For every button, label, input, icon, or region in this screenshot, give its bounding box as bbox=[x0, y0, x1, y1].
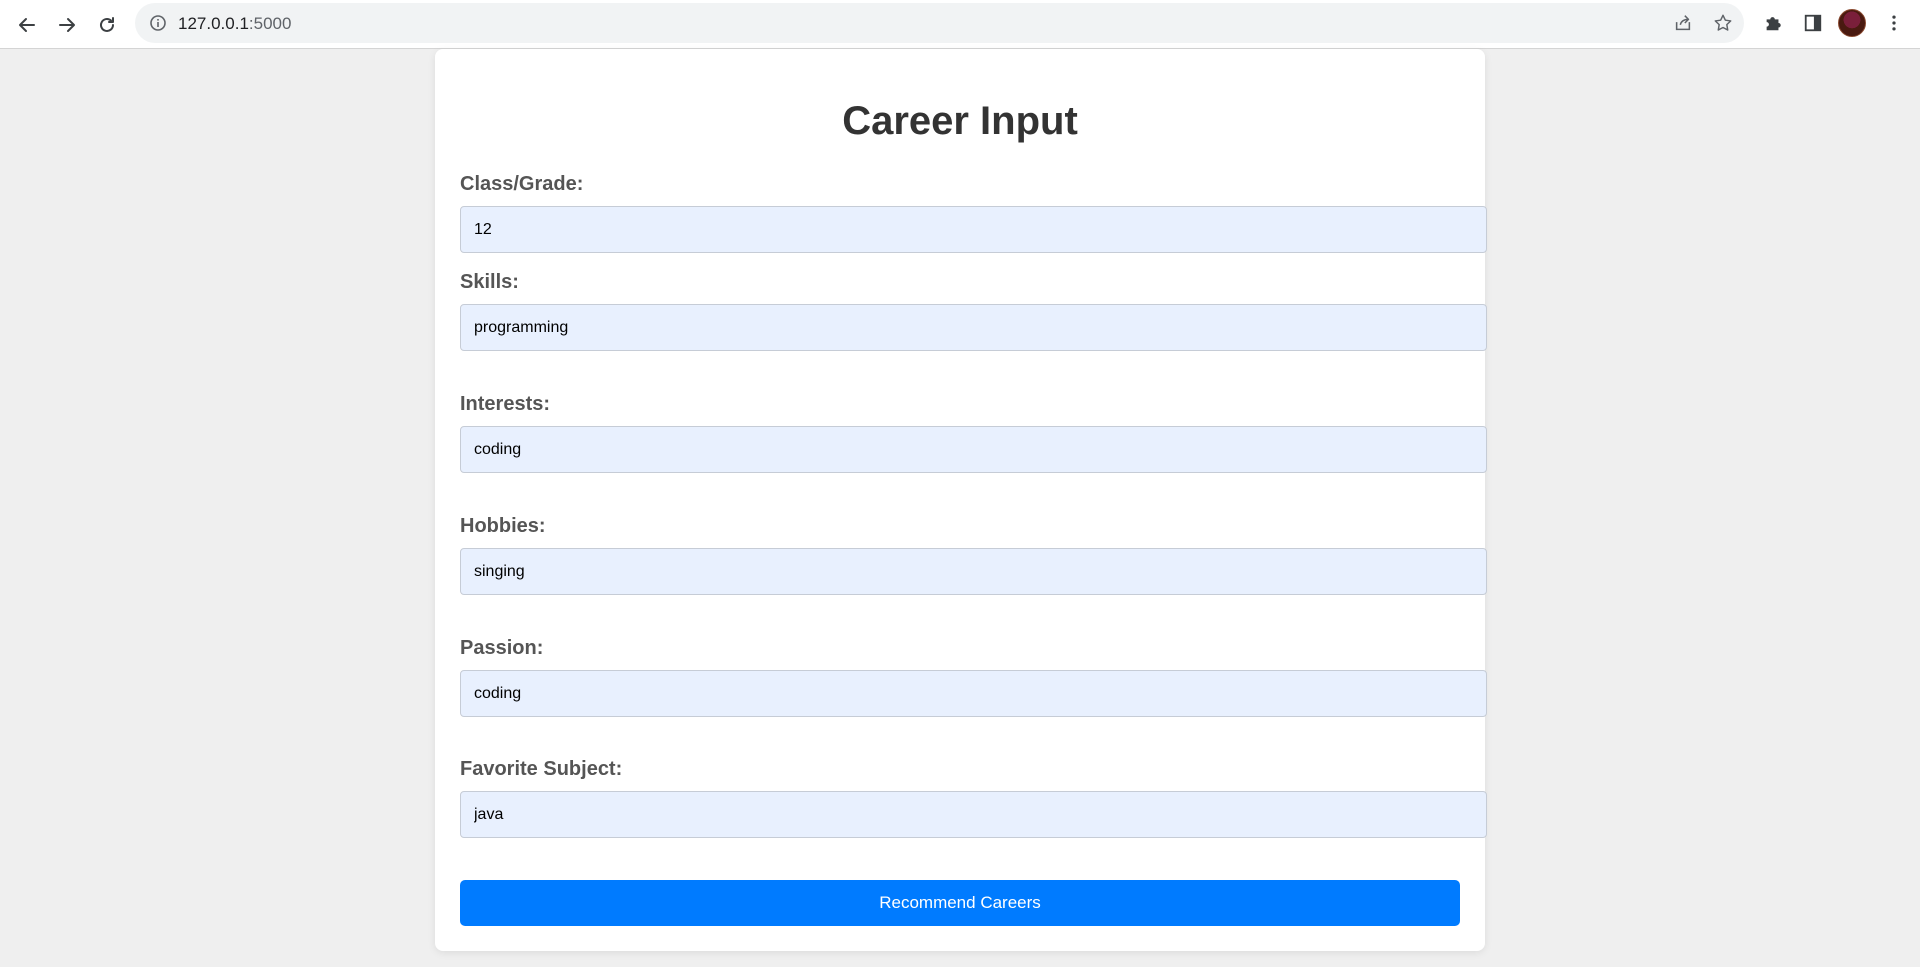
url-port: :5000 bbox=[248, 14, 292, 33]
url-host: 127.0.0.1 bbox=[178, 14, 249, 33]
forward-arrow-icon[interactable] bbox=[50, 8, 84, 42]
page-title: Career Input bbox=[842, 99, 1078, 143]
reload-icon[interactable] bbox=[90, 8, 124, 42]
skills-input[interactable] bbox=[460, 304, 1487, 351]
skills-label: Skills: bbox=[460, 271, 519, 293]
interests-label: Interests: bbox=[460, 393, 551, 415]
url-text: 127.0.0.1:5000 bbox=[178, 14, 291, 34]
star-icon[interactable] bbox=[1712, 12, 1734, 34]
puzzle-icon[interactable] bbox=[1760, 10, 1786, 36]
profile-avatar[interactable] bbox=[1838, 9, 1866, 37]
recommend-careers-button[interactable]: Recommend Careers bbox=[460, 880, 1460, 926]
interests-input[interactable] bbox=[460, 426, 1487, 473]
browser-toolbar: 127.0.0.1:5000 bbox=[0, 0, 1920, 49]
passion-input[interactable] bbox=[460, 670, 1487, 717]
share-icon[interactable] bbox=[1672, 12, 1694, 34]
favorite-subject-input[interactable] bbox=[460, 791, 1487, 838]
class-grade-label: Class/Grade: bbox=[460, 173, 584, 195]
class-grade-input[interactable] bbox=[460, 206, 1487, 253]
back-arrow-icon[interactable] bbox=[10, 8, 44, 42]
career-form-card: Career Input Class/Grade: Skills: Intere… bbox=[435, 49, 1487, 951]
address-bar[interactable]: 127.0.0.1:5000 bbox=[135, 3, 1744, 43]
menu-dots-icon[interactable] bbox=[1881, 10, 1907, 36]
hobbies-input[interactable] bbox=[460, 548, 1487, 595]
side-panel-icon[interactable] bbox=[1800, 10, 1826, 36]
hobbies-label: Hobbies: bbox=[460, 515, 546, 537]
info-icon[interactable] bbox=[149, 14, 167, 32]
passion-label: Passion: bbox=[460, 637, 544, 659]
favorite-subject-label: Favorite Subject: bbox=[460, 758, 623, 780]
